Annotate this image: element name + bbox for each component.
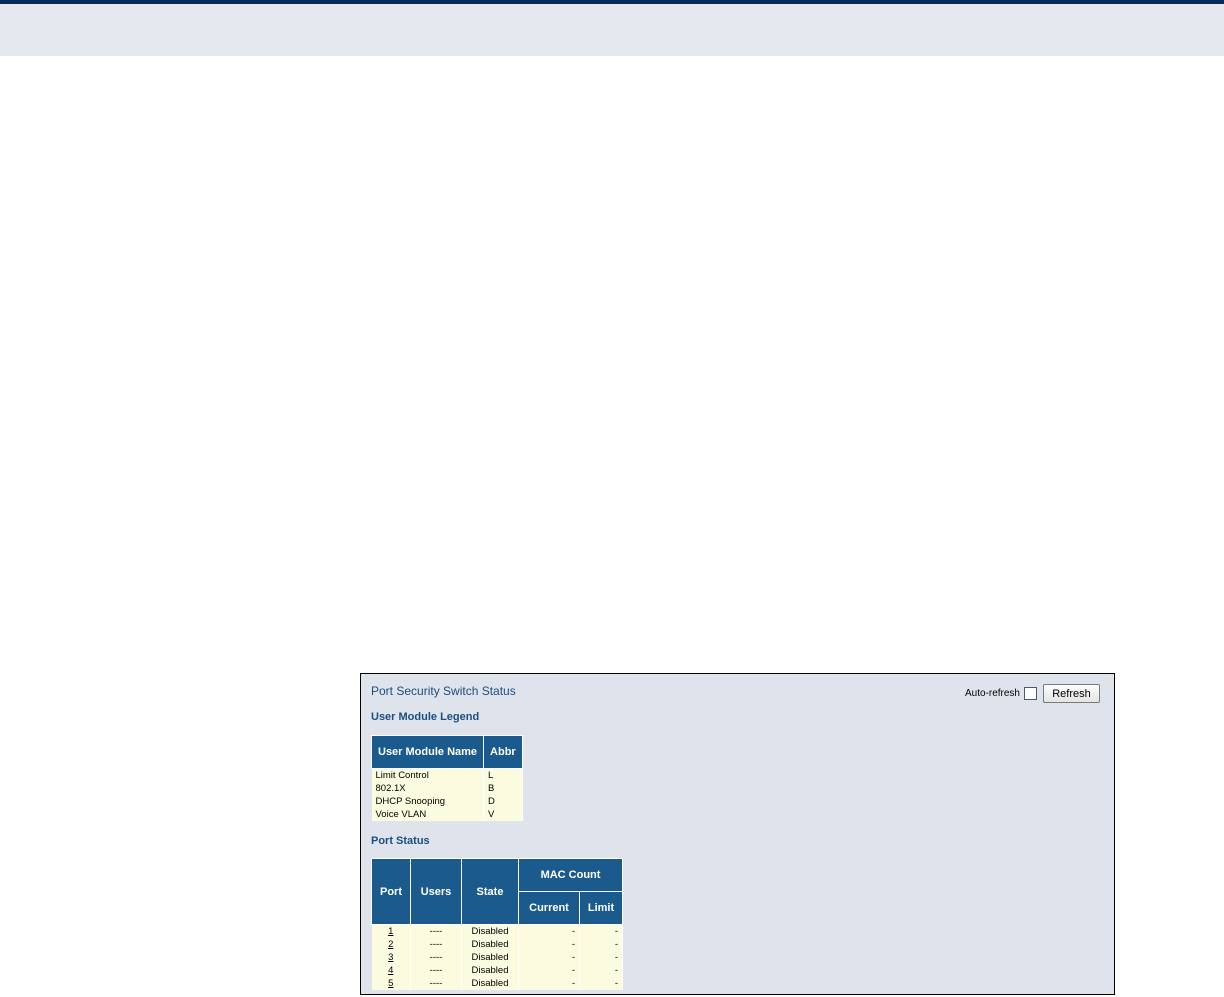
limit-cell: -	[579, 951, 623, 964]
table-row: 2 ---- Disabled - -	[371, 938, 623, 951]
header-band	[0, 4, 1224, 56]
users-cell: ----	[410, 938, 462, 951]
header-user-module-name: User Module Name	[370, 735, 485, 769]
header-users: Users	[410, 858, 462, 925]
port-link[interactable]: 1	[388, 926, 393, 937]
module-abbr: B	[483, 782, 523, 795]
users-cell: ----	[410, 924, 462, 938]
port-link[interactable]: 5	[388, 978, 393, 989]
users-cell: ----	[410, 964, 462, 977]
header-current: Current	[518, 891, 580, 925]
header-state: State	[461, 858, 519, 925]
module-name: Limit Control	[371, 768, 485, 782]
port-security-status-panel: Port Security Switch Status Auto-refresh…	[360, 673, 1115, 995]
module-name: DHCP Snooping	[371, 795, 485, 808]
refresh-controls: Auto-refresh Refresh	[965, 684, 1100, 703]
port-link[interactable]: 3	[388, 952, 393, 963]
module-name: 802.1X	[371, 782, 485, 795]
limit-cell: -	[579, 938, 623, 951]
legend-row: DHCP Snooping D	[371, 795, 523, 808]
module-abbr: V	[483, 808, 523, 821]
refresh-button[interactable]: Refresh	[1043, 684, 1100, 703]
header-mac-count: MAC Count	[518, 858, 623, 892]
table-row: 4 ---- Disabled - -	[371, 964, 623, 977]
limit-cell: -	[579, 964, 623, 977]
current-cell: -	[518, 977, 580, 990]
auto-refresh-label: Auto-refresh	[964, 688, 1020, 699]
port-link[interactable]: 2	[388, 939, 393, 950]
user-module-legend-heading: User Module Legend	[371, 711, 480, 723]
port-status-table: Port Users State MAC Count Current Limit…	[371, 858, 623, 990]
port-link[interactable]: 4	[388, 965, 393, 976]
current-cell: -	[518, 964, 580, 977]
state-cell: Disabled	[461, 924, 519, 938]
user-module-legend-table: User Module Name Abbr Limit Control L 80…	[370, 735, 523, 821]
module-name: Voice VLAN	[371, 808, 485, 821]
header-limit: Limit	[579, 891, 623, 925]
auto-refresh-checkbox[interactable]	[1024, 687, 1037, 700]
current-cell: -	[518, 951, 580, 964]
table-row: 5 ---- Disabled - -	[371, 977, 623, 990]
state-cell: Disabled	[461, 964, 519, 977]
legend-row: 802.1X B	[371, 782, 523, 795]
page-title: Port Security Switch Status	[371, 684, 516, 698]
legend-row: Limit Control L	[371, 768, 523, 782]
table-row: 3 ---- Disabled - -	[371, 951, 623, 964]
port-status-heading: Port Status	[371, 835, 430, 847]
current-cell: -	[518, 924, 580, 938]
state-cell: Disabled	[461, 938, 519, 951]
users-cell: ----	[410, 951, 462, 964]
table-row: 1 ---- Disabled - -	[371, 924, 623, 938]
legend-row: Voice VLAN V	[371, 808, 523, 821]
limit-cell: -	[579, 924, 623, 938]
users-cell: ----	[410, 977, 462, 990]
header-port: Port	[371, 858, 411, 925]
state-cell: Disabled	[461, 951, 519, 964]
state-cell: Disabled	[461, 977, 519, 990]
limit-cell: -	[579, 977, 623, 990]
module-abbr: D	[483, 795, 523, 808]
header-abbr: Abbr	[483, 735, 523, 769]
current-cell: -	[518, 938, 580, 951]
module-abbr: L	[483, 768, 523, 782]
